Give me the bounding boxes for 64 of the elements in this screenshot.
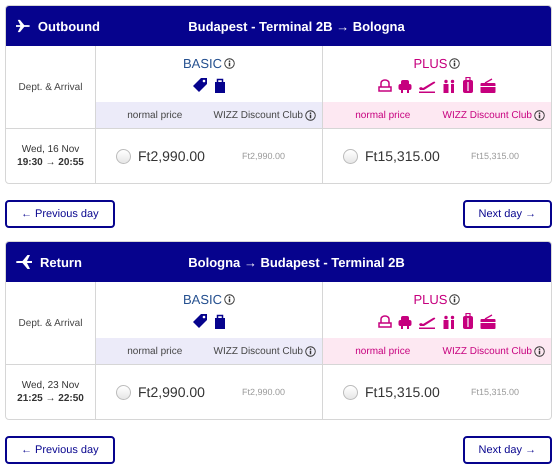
info-icon[interactable] <box>305 110 316 120</box>
takeoff-icon <box>418 314 436 328</box>
armchair-icon <box>398 78 412 92</box>
column-label: normal price <box>126 346 184 356</box>
info-icon[interactable] <box>534 110 545 120</box>
info-icon[interactable] <box>449 294 460 304</box>
column-label: normal price <box>354 346 412 356</box>
column-label: WIZZ Discount Club <box>212 110 303 120</box>
fare-name: PLUS <box>414 56 448 70</box>
club-price: Ft2,990.00 <box>242 151 286 161</box>
column-label: WIZZ Discount Club <box>442 110 532 120</box>
takeoff-icon <box>418 78 436 92</box>
flight-date: Wed, 23 Nov <box>22 380 80 391</box>
fare-price: Ft15,315.00 <box>365 148 441 164</box>
fare-name: BASIC <box>182 56 222 70</box>
club-price: Ft15,315.00 <box>471 387 520 397</box>
next-day-button[interactable]: Next day → <box>462 200 552 228</box>
fare-name: BASIC <box>182 292 222 306</box>
column-label: WIZZ Discount Club <box>442 346 532 356</box>
direction-title: Outbound <box>38 18 100 34</box>
column-label: Dept. & Arrival <box>18 318 82 328</box>
flight-times: 21:25 → 22:50 <box>17 393 84 404</box>
bag-icon <box>214 76 226 92</box>
fare-radio[interactable] <box>343 384 358 400</box>
column-label: Dept. & Arrival <box>18 82 82 92</box>
plane-icon <box>16 19 30 33</box>
flight-date: Wed, 16 Nov <box>22 144 80 155</box>
flight-times: 19:30 → 20:55 <box>17 157 84 168</box>
seat-icon <box>378 314 392 328</box>
info-icon[interactable] <box>224 58 235 68</box>
tag-icon <box>192 312 208 328</box>
fare-price: Ft15,315.00 <box>365 384 441 400</box>
suitcase-icon <box>462 312 474 328</box>
seat-icon <box>378 78 392 92</box>
club-price: Ft15,315.00 <box>471 151 520 161</box>
previous-day-button[interactable]: ← Previous day <box>5 200 115 228</box>
plane-icon <box>16 255 32 269</box>
bag-icon <box>480 78 496 92</box>
direction-title: Return <box>40 254 82 270</box>
column-label: WIZZ Discount Club <box>212 346 303 356</box>
info-icon[interactable] <box>534 346 545 356</box>
armchair-icon <box>398 314 412 328</box>
column-label: normal price <box>126 110 184 120</box>
fare-price: Ft2,990.00 <box>138 384 206 400</box>
fare-radio[interactable] <box>343 148 358 164</box>
next-day-button[interactable]: Next day → <box>462 436 552 464</box>
info-icon[interactable] <box>224 294 235 304</box>
fare-price: Ft2,990.00 <box>138 148 206 164</box>
fare-name: PLUS <box>414 292 448 306</box>
people-icon <box>442 314 456 328</box>
bag-icon <box>480 314 496 328</box>
info-icon[interactable] <box>449 58 460 68</box>
column-label: normal price <box>354 110 412 120</box>
bag-icon <box>214 312 226 328</box>
route-title: Budapest - Terminal 2B → Bologna <box>187 18 406 34</box>
suitcase-icon <box>462 76 474 92</box>
fare-radio[interactable] <box>116 148 131 164</box>
tag-icon <box>192 76 208 92</box>
people-icon <box>442 78 456 92</box>
club-price: Ft2,990.00 <box>242 387 286 397</box>
previous-day-button[interactable]: ← Previous day <box>5 436 115 464</box>
info-icon[interactable] <box>305 346 316 356</box>
route-title: Bologna → Budapest - Terminal 2B <box>187 254 406 270</box>
fare-radio[interactable] <box>116 384 131 400</box>
